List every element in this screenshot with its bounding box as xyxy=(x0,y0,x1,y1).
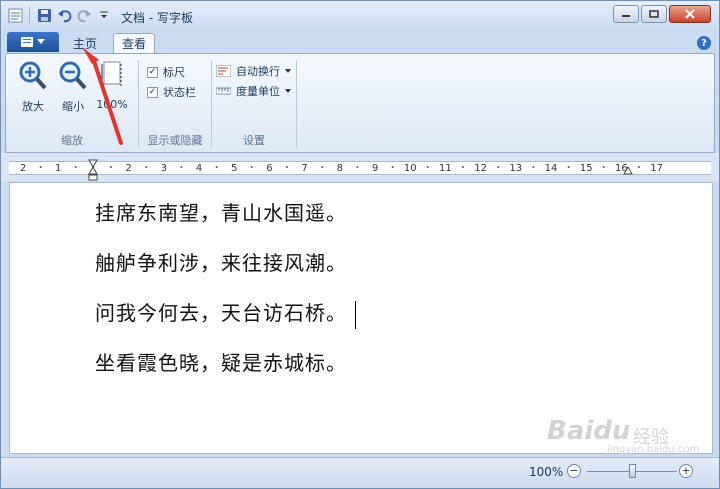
statusbar-label: 状态栏 xyxy=(163,86,196,99)
ruler-label: 11 xyxy=(439,163,452,174)
ruler-label: 6 xyxy=(266,163,272,174)
ruler-label: 15 xyxy=(580,163,593,174)
zoom-out-status-button[interactable]: − xyxy=(567,464,581,478)
qat-separator xyxy=(29,7,30,23)
zoom-slider-thumb[interactable] xyxy=(628,464,636,478)
ruler-label: 1 xyxy=(55,163,61,174)
ruler-tick xyxy=(250,166,253,168)
zoom-level-text: 100% xyxy=(529,465,564,479)
zoom-in-button[interactable]: 放大 xyxy=(16,60,50,114)
word-wrap-icon xyxy=(216,65,231,77)
ruler-label: 12 xyxy=(474,163,487,174)
close-icon xyxy=(685,9,695,19)
show-hide-group: ✓ 标尺 ✓ 状态栏 显示或隐藏 xyxy=(139,54,211,152)
chevron-down-icon xyxy=(285,89,291,93)
ruler-tick xyxy=(110,166,112,168)
settings-group-label: 设置 xyxy=(243,134,265,147)
window-controls xyxy=(613,5,711,23)
text-cursor xyxy=(355,300,356,329)
ruler-tick xyxy=(567,166,570,168)
ruler-tick xyxy=(180,166,183,168)
ruler-tick xyxy=(74,166,77,168)
ruler-tick xyxy=(426,166,429,168)
watermark-logo: Baidu xyxy=(547,416,631,446)
word-wrap-label: 自动换行 xyxy=(236,65,280,78)
ruler-tick xyxy=(356,166,359,168)
ruler-tick xyxy=(321,166,324,168)
ruler-label: 13 xyxy=(509,163,522,174)
statusbar-checkbox[interactable]: ✓ xyxy=(147,86,158,98)
ruler-tick xyxy=(39,166,42,168)
left-indent-marker[interactable] xyxy=(88,174,98,181)
document-line: 挂席东南望，青山水国遥。 xyxy=(95,201,347,225)
ruler-label: 2 xyxy=(20,163,26,174)
close-button[interactable] xyxy=(669,5,711,23)
ruler-toggle[interactable]: ✓ 标尺 xyxy=(147,64,185,80)
watermark-url: jingyan.baidu.com xyxy=(607,444,700,455)
ruler-units-icon xyxy=(216,87,231,95)
chevron-down-icon xyxy=(285,69,291,73)
document-icon xyxy=(21,37,33,47)
settings-group: 自动换行 度量单位 设置 xyxy=(212,54,296,152)
minimize-icon xyxy=(622,15,630,17)
measurement-units-dropdown[interactable]: 度量单位 xyxy=(216,83,291,99)
ruler-tick xyxy=(462,166,464,168)
maximize-icon xyxy=(649,10,659,18)
document-line-text: 问我今何去，天台访石桥。 xyxy=(95,301,347,325)
ruler-label: 4 xyxy=(196,163,202,174)
horizontal-ruler[interactable]: 211234567891011121314151617 xyxy=(1,153,719,181)
ruler-tick xyxy=(145,166,148,168)
status-bar: 100% − + xyxy=(1,457,719,488)
statusbar-toggle[interactable]: ✓ 状态栏 xyxy=(147,84,196,100)
window-title: 文档 - 写字板 xyxy=(121,11,193,25)
zoom-in-icon xyxy=(19,61,47,90)
quick-access-toolbar xyxy=(7,7,112,23)
measurement-units-label: 度量单位 xyxy=(236,85,280,98)
ruler-label: 17 xyxy=(650,163,663,174)
title-bar: 文档 - 写字板 xyxy=(1,1,719,31)
show-hide-group-label: 显示或隐藏 xyxy=(147,134,203,147)
ruler-label: 3 xyxy=(161,163,167,174)
maximize-button[interactable] xyxy=(641,5,667,23)
customize-qat-icon[interactable] xyxy=(96,7,112,23)
word-wrap-dropdown[interactable]: 自动换行 xyxy=(216,63,291,79)
ruler-tick xyxy=(215,166,218,168)
annotation-arrow xyxy=(82,47,123,145)
document-line: 舳舻争利涉，来往接风潮。 xyxy=(95,251,347,275)
document-line: 问我今何去，天台访石桥。 xyxy=(95,297,356,329)
ruler-label: 9 xyxy=(372,163,378,174)
ruler-label: 14 xyxy=(545,163,558,174)
ruler-label: 2 xyxy=(125,163,131,174)
ruler-tick xyxy=(286,166,288,168)
minimize-button[interactable] xyxy=(613,5,639,23)
ruler-tick xyxy=(638,166,640,168)
ruler-label: 7 xyxy=(301,163,307,174)
document-area[interactable]: 挂席东南望，青山水国遥。 舳舻争利涉，来往接风潮。 问我今何去，天台访石桥。 坐… xyxy=(9,182,713,454)
ruler-label: 10 xyxy=(404,163,417,174)
save-icon[interactable] xyxy=(36,7,52,23)
chevron-down-icon xyxy=(37,39,45,44)
ruler-ticks: 211234567891011121314151617 xyxy=(20,159,663,181)
ruler-label: 标尺 xyxy=(163,66,185,79)
ruler-checkbox[interactable]: ✓ xyxy=(147,66,158,78)
zoom-in-label: 放大 xyxy=(22,100,44,113)
undo-icon[interactable] xyxy=(56,7,72,23)
application-menu-button[interactable] xyxy=(7,32,59,52)
ruler-tick xyxy=(532,166,535,168)
wordpad-window: 文档 - 写字板 主页 查看 ? 放大 缩小 100% 缩放 ✓ 标尺 ✓ 状态… xyxy=(0,0,720,489)
ruler-tick xyxy=(391,166,394,168)
ruler-label: 8 xyxy=(337,163,343,174)
document-line: 坐看霞色晓，疑是赤城标。 xyxy=(95,351,347,375)
group-separator xyxy=(296,60,297,148)
ruler-tick xyxy=(602,166,605,168)
app-icon[interactable] xyxy=(7,7,23,23)
redo-icon[interactable] xyxy=(76,7,92,23)
ruler-label: 5 xyxy=(231,163,237,174)
help-icon[interactable]: ? xyxy=(697,36,711,50)
zoom-in-status-button[interactable]: + xyxy=(679,464,693,478)
ruler-tick xyxy=(497,166,500,168)
